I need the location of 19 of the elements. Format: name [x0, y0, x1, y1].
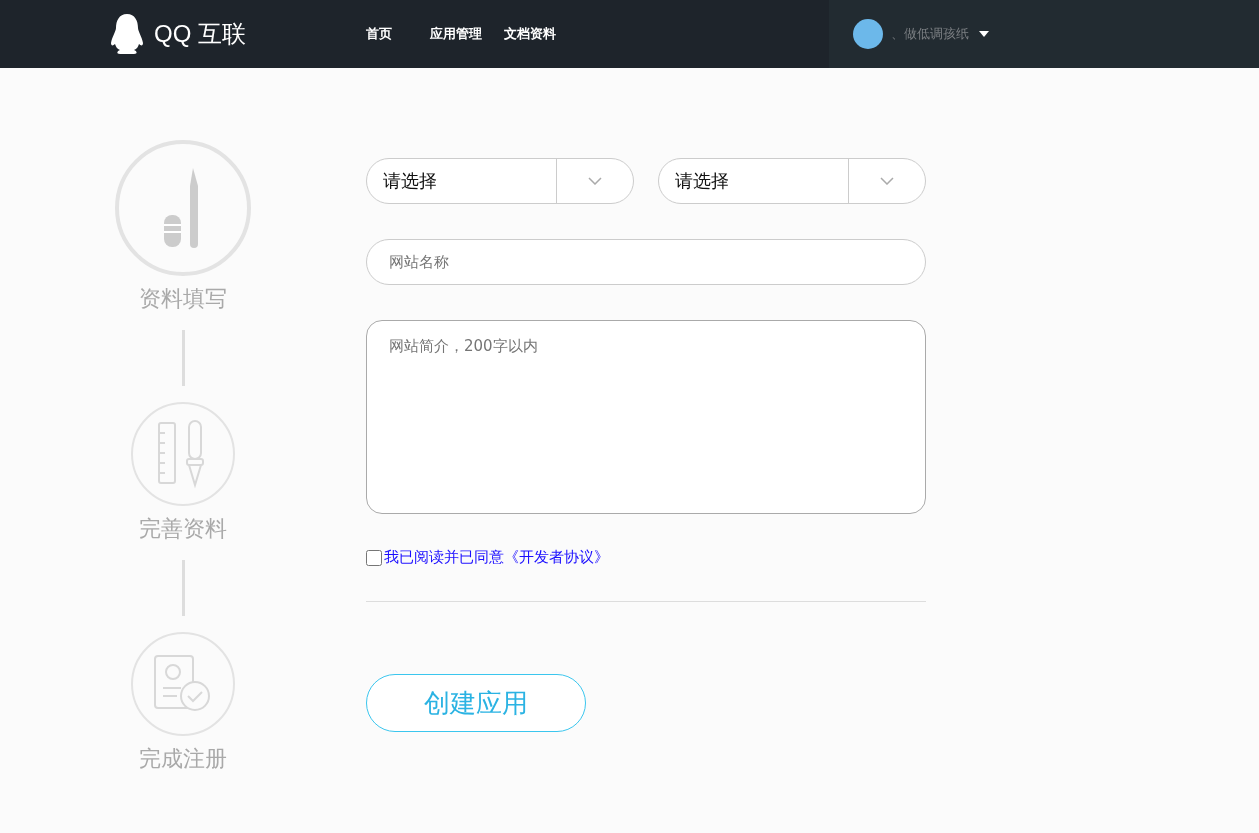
step-label: 资料填写 — [139, 285, 227, 313]
avatar[interactable] — [853, 19, 883, 49]
site-name-field[interactable]: 网站名称 — [366, 239, 926, 285]
nav-link[interactable]: 首页 — [366, 25, 392, 43]
select-dropdown[interactable]: 请选择 — [658, 158, 926, 204]
agree-checkbox[interactable] — [366, 549, 382, 566]
step-label: 完成注册 — [139, 745, 227, 773]
logo-text: QQ 互联 — [154, 19, 246, 49]
agreement-link[interactable]: 我已阅读并已同意《开发者协议》 — [384, 548, 609, 567]
nav-link[interactable]: 文档资料 — [504, 25, 556, 43]
chevron-down-icon — [588, 177, 602, 185]
penguin-logo-icon — [110, 13, 144, 55]
caret-icon[interactable] — [979, 31, 989, 37]
nav-link[interactable]: 应用管理 — [430, 25, 482, 43]
chevron-down-icon — [880, 177, 894, 185]
site-intro-field[interactable]: 网站简介，200字以内 — [366, 320, 926, 514]
step-label: 完善资料 — [139, 515, 227, 543]
select-dropdown[interactable]: 请选择 — [366, 158, 634, 204]
user-name[interactable]: 、做低调孩纸 — [891, 25, 969, 43]
